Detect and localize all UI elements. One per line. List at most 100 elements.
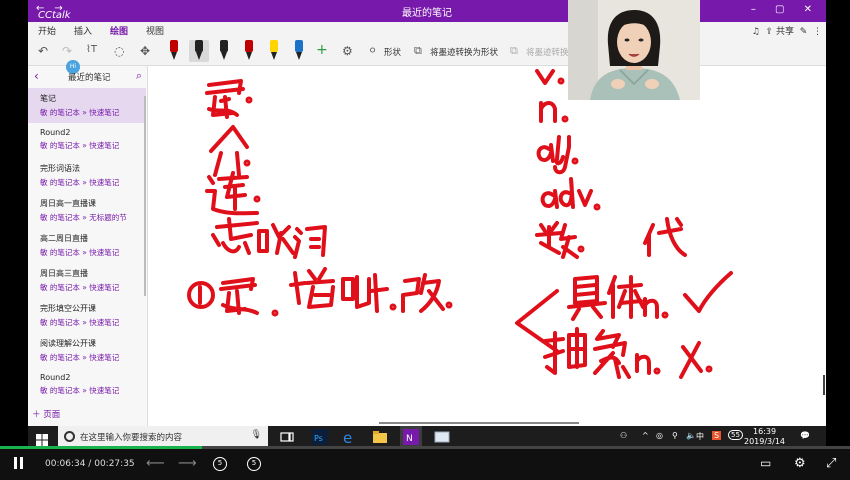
ink-lian (205, 171, 261, 216)
redo-icon[interactable]: ↷ (62, 44, 72, 58)
task-view-icon[interactable] (280, 429, 296, 445)
page-list-item[interactable]: 周日高三直播敏 的笔记本 » 快速笔记 (28, 263, 146, 298)
canvas-scrollbar[interactable] (823, 375, 825, 395)
tab-insert[interactable]: 插入 (74, 24, 92, 37)
photoshop-icon[interactable]: Ps (312, 429, 328, 445)
ink-adv (540, 177, 601, 211)
page-list-item[interactable]: 笔记敏 的笔记本 » 快速笔记 (28, 88, 146, 123)
shape-button[interactable]: 形状 (384, 46, 401, 58)
taskbar-clock[interactable]: 16:39 2019/3/14 (744, 427, 785, 447)
pen-tool-icon[interactable] (243, 40, 255, 62)
undo-icon[interactable]: ↶ (38, 44, 48, 58)
page-list-item[interactable]: Round2 敏 的笔记本 » 快速笔记 (28, 123, 146, 158)
tray-red-app-icon[interactable]: S (712, 431, 722, 440)
ink-to-text-icon[interactable]: ⌇T (86, 44, 97, 55)
forward-5s-button[interactable]: 5 (247, 457, 261, 471)
teacher-video-frame (568, 0, 700, 100)
taskbar-search-input[interactable]: 在这里输入你要搜索的内容 (80, 431, 182, 443)
time-separator: / (88, 459, 92, 469)
ink-to-shape-icon[interactable]: ⧉ (414, 44, 422, 58)
bell-icon[interactable]: ♫ (752, 27, 760, 37)
share-button[interactable]: 共享 (776, 27, 794, 37)
people-icon[interactable]: ⚇ (620, 431, 627, 440)
volume-icon[interactable]: 🔈 (686, 431, 696, 440)
previous-arrow-icon[interactable]: ⟵ (146, 456, 165, 471)
pen-tool-icon[interactable] (168, 40, 180, 62)
ruler-icon[interactable]: ⚙ (342, 44, 353, 58)
pane-title: 最近的笔记 (68, 73, 111, 83)
window-controls[interactable]: – ▢ ✕ (751, 4, 820, 15)
add-page-label: 页面 (43, 410, 61, 420)
page-list-item[interactable]: 完形词语法敏 的笔记本 » 快速笔记 (28, 158, 146, 193)
whiteboard-icon[interactable] (434, 429, 450, 445)
ink-dai (643, 217, 687, 257)
tray-app-icon[interactable]: ◎ (656, 431, 663, 440)
onenote-taskbar-icon[interactable]: N (400, 426, 422, 448)
pen-tool-icon[interactable] (293, 40, 305, 62)
ime-indicator[interactable]: 中 (696, 431, 704, 442)
taskbar-search[interactable]: 在这里输入你要搜索的内容 🎙 (58, 426, 268, 448)
recent-notes-pane: ‹ Hi Lv 最近的笔记 ⌕ 笔记敏 的笔记本 » 快速笔记 Round2 敏 的… (28, 60, 148, 426)
settings-gear-icon[interactable]: ⚙ (794, 456, 806, 471)
pane-header: ‹ Hi Lv 最近的笔记 ⌕ (28, 60, 148, 88)
lasso-icon[interactable]: ◌ (114, 44, 124, 58)
page-location: 敏 的笔记本 » 快速笔记 (40, 178, 120, 187)
page-title: 完形词语法 (40, 164, 80, 173)
microphone-icon[interactable]: 🎙 (251, 430, 262, 440)
ink-guan (205, 79, 253, 119)
page-list-item[interactable]: 高二周日直播敏 的笔记本 » 快速笔记 (28, 228, 146, 263)
teacher-webcam (568, 0, 700, 100)
file-explorer-icon[interactable] (372, 429, 388, 445)
action-center-icon[interactable]: 💬 (800, 431, 810, 440)
pen-tool-icon[interactable] (268, 40, 280, 62)
ink-line-zeng-shan-gai (187, 267, 453, 317)
canvas-hscrollbar[interactable] (379, 422, 579, 424)
show-hidden-icons-chevron-icon[interactable]: ^ (642, 431, 649, 440)
page-location: 敏 的笔记本 » 快速笔记 (40, 141, 120, 150)
share-area[interactable]: ♫ ⇪ 共享 ✎ ⋮ (752, 24, 822, 37)
ink-to-text-button[interactable]: 将墨迹转换 (526, 46, 569, 58)
cortana-icon[interactable] (64, 431, 75, 442)
page-list-item[interactable]: 完形填空公开课敏 的笔记本 » 快速笔记 (28, 298, 146, 333)
picture-in-picture-icon[interactable]: ▭ (760, 456, 771, 470)
title-bar: ←→ CCtalk 最近的笔记 – ▢ ✕ (28, 0, 826, 22)
tab-home[interactable]: 开始 (38, 24, 56, 37)
edge-icon[interactable]: e (342, 429, 358, 447)
page-list-item[interactable]: Round2 敏 的笔记本 » 快速笔记 (28, 368, 146, 403)
rewind-5s-button[interactable]: 5 (213, 457, 227, 471)
pen-icon[interactable]: ✎ (800, 27, 808, 37)
pen-tool-icon[interactable] (218, 40, 230, 62)
pane-scrollbar[interactable] (144, 96, 146, 296)
more-icon[interactable]: ⋮ (813, 27, 822, 37)
tray-badge[interactable]: 55 (728, 430, 743, 440)
total-time: 00:27:35 (94, 459, 135, 469)
pause-icon[interactable] (14, 457, 24, 471)
fullscreen-icon[interactable]: ⤢ (826, 456, 836, 471)
page-title: 周日高三直播 (40, 269, 88, 278)
back-chevron-icon[interactable]: ‹ (34, 69, 39, 83)
player-controls: 00:06:34 / 00:27:35 ⟵ ⟶ 5 5 ▭ ⚙ ⤢ (0, 449, 850, 480)
page-location: 敏 的笔记本 » 快速笔记 (40, 386, 120, 395)
pan-icon[interactable]: ✥ (140, 44, 150, 58)
note-canvas[interactable] (149, 67, 826, 426)
pen-tool-icon[interactable] (189, 40, 209, 62)
next-arrow-icon[interactable]: ⟶ (178, 456, 197, 471)
page-list-item[interactable]: 阅读理解公开课敏 的笔记本 » 快速笔记 (28, 333, 146, 368)
page-list-item[interactable]: 周日高一直播课敏 的笔记本 » 无标题的节 (28, 193, 146, 228)
search-icon[interactable]: ⌕ (136, 69, 142, 83)
ink-to-text-convert-icon[interactable]: ⧉ (510, 44, 518, 58)
window-title: 最近的笔记 (402, 8, 452, 19)
tab-view[interactable]: 视图 (146, 24, 164, 37)
onenote-window: ←→ CCtalk 最近的笔记 – ▢ ✕ 开始 插入 绘图 视图 ♫ ⇪ 共享… (28, 0, 826, 426)
network-icon[interactable]: ⚲ (672, 431, 678, 440)
shape-icon[interactable]: ⚪ (368, 44, 377, 57)
svg-text:N: N (406, 434, 413, 444)
page-location: 敏 的笔记本 » 快速笔记 (40, 108, 120, 117)
page-location: 敏 的笔记本 » 快速笔记 (40, 283, 120, 292)
page-location: 敏 的笔记本 » 无标题的节 (40, 213, 127, 222)
add-pen-icon[interactable]: + (316, 42, 328, 58)
video-player-stage: ←→ CCtalk 最近的笔记 – ▢ ✕ 开始 插入 绘图 视图 ♫ ⇪ 共享… (0, 0, 850, 480)
add-page-button[interactable]: ＋ 页面 (32, 408, 60, 420)
svg-text:e: e (343, 429, 352, 445)
ink-to-shape-button[interactable]: 将墨迹转换为形状 (430, 46, 498, 58)
